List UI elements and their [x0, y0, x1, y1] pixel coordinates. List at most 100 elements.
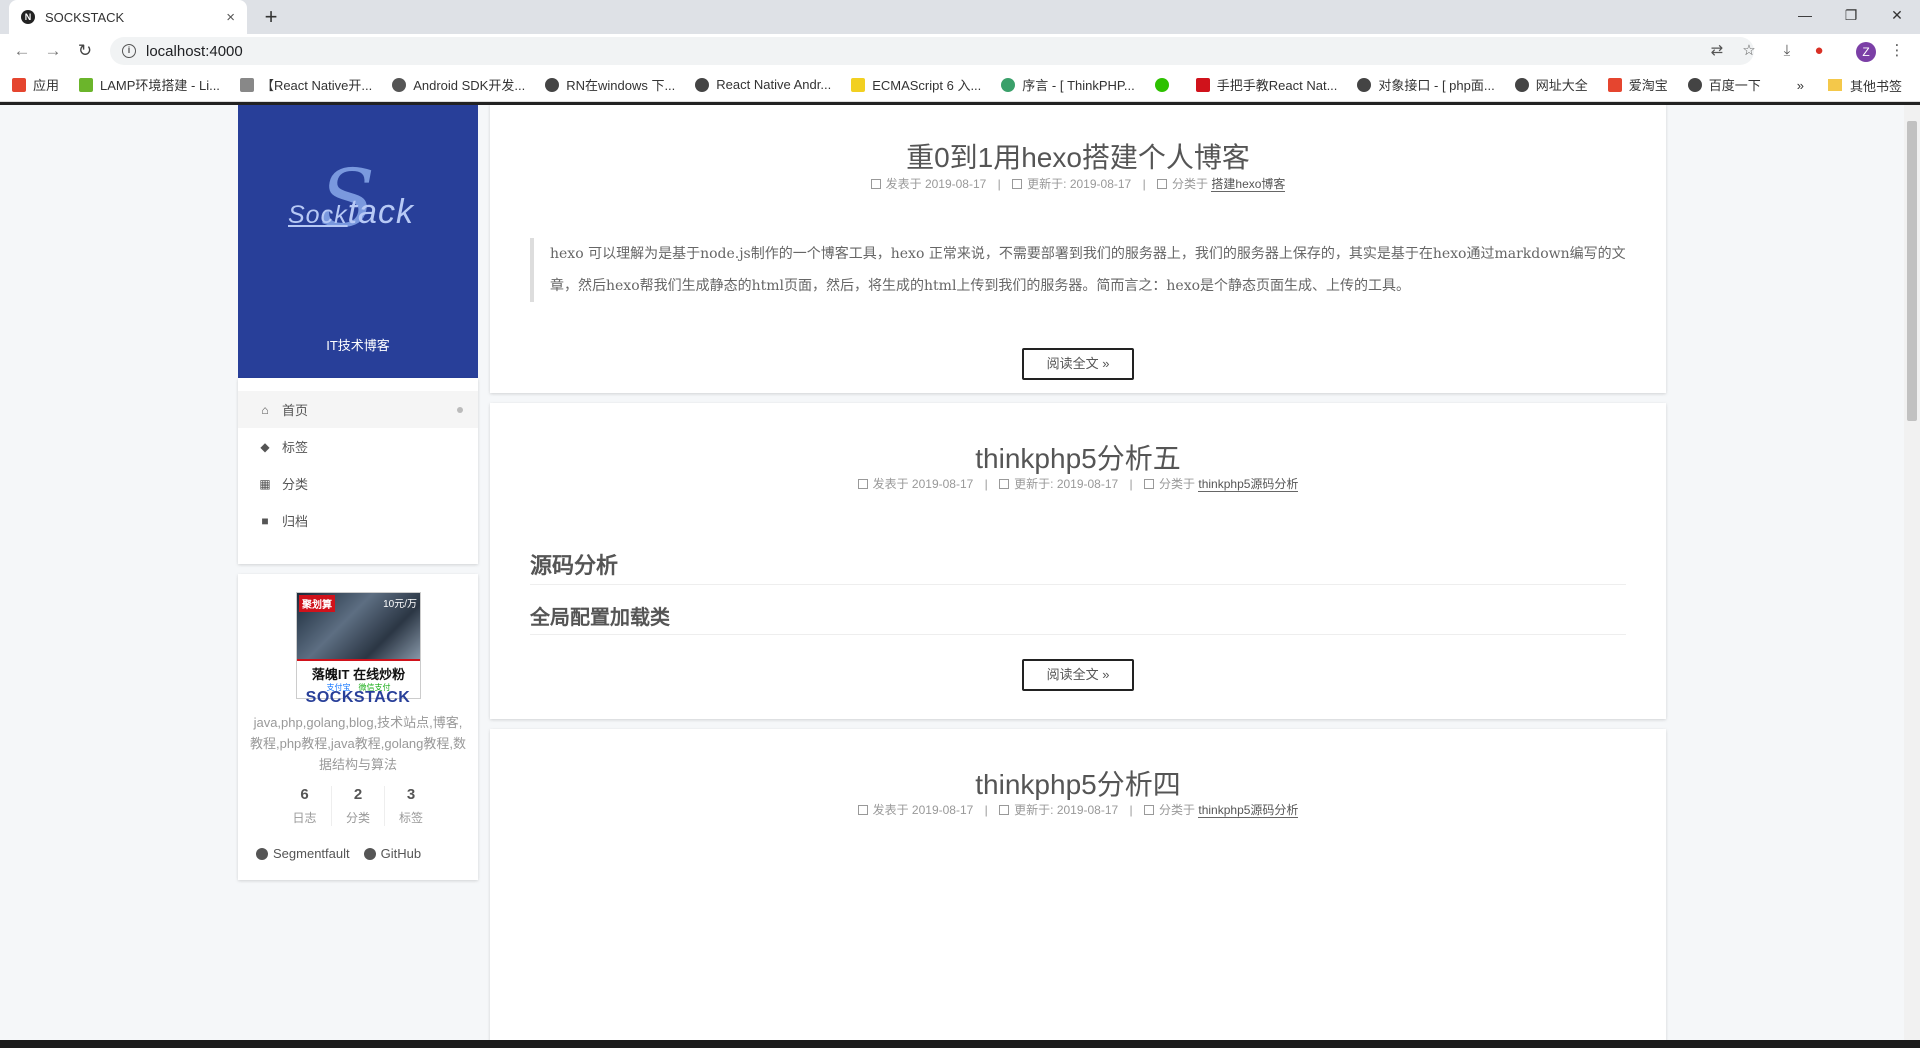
taobao-icon: [1607, 77, 1622, 92]
folder-icon: [1157, 179, 1168, 189]
category-link[interactable]: 搭建hexo博客: [1211, 177, 1286, 192]
sidebar-menu: ⌂ 首页 ◆ 标签 ▦ 分类 ■ 归档: [238, 378, 478, 564]
github-link[interactable]: GitHub: [363, 846, 422, 861]
wechat-icon: [1154, 77, 1169, 92]
post-card: 重0到1用hexo搭建个人博客 发表于 2019-08-17 | 更新于: 20…: [490, 105, 1666, 393]
restore-icon[interactable]: ❐: [1828, 0, 1874, 30]
sidebar-item-label: 分类: [282, 477, 309, 492]
globe-icon: [1357, 77, 1372, 92]
bookmark-item[interactable]: 手把手教React Nat...: [1195, 75, 1337, 94]
browser-tab[interactable]: N SOCKSTACK ×: [9, 0, 247, 34]
bookmark-favicon-icon: [1195, 77, 1210, 92]
stat-count: 3: [406, 786, 416, 803]
updated-date: 2019-08-17: [1056, 477, 1119, 491]
url-text[interactable]: localhost:4000: [146, 43, 243, 60]
new-tab-button[interactable]: +: [258, 4, 284, 30]
bookmark-star-icon[interactable]: ☆: [1738, 40, 1760, 62]
post-meta: 发表于 2019-08-17 | 更新于: 2019-08-17 | 分类于 t…: [490, 801, 1666, 818]
link-label: GitHub: [380, 846, 422, 861]
bookmark-item[interactable]: ECMAScript 6 入...: [851, 75, 981, 94]
published-date: 2019-08-17: [911, 477, 974, 491]
bookmark-item[interactable]: 爱淘宝: [1607, 75, 1668, 94]
logo-wordmark: Socktack: [288, 193, 414, 232]
other-bookmarks-folder[interactable]: 其他书签: [1850, 76, 1902, 95]
bookmark-item[interactable]: 应用: [12, 75, 59, 94]
extension-location-icon[interactable]: ●: [1808, 40, 1830, 62]
bookmark-item[interactable]: 百度一下: [1687, 75, 1761, 94]
bookmark-item[interactable]: React Native Andr...: [695, 77, 831, 92]
read-more-button[interactable]: 阅读全文 »: [1022, 659, 1134, 691]
profile-avatar[interactable]: Z: [1856, 42, 1876, 62]
site-logo[interactable]: S Socktack: [288, 159, 438, 245]
bookmark-item[interactable]: 【React Native开...: [239, 75, 372, 94]
ad-price: 10元/万: [383, 599, 417, 610]
bookmark-favicon-icon: [1001, 77, 1016, 92]
bookmarks-overflow: » 其他书签: [1797, 68, 1902, 102]
published-label: 发表于: [885, 177, 922, 191]
bookmark-label: ECMAScript 6 入...: [872, 78, 982, 93]
folder-icon: [1827, 79, 1842, 91]
menu-dots-icon[interactable]: ⋮: [1886, 40, 1908, 62]
author-ad-image[interactable]: 聚划算 10元/万 落魄IT 在线炒粉 支付宝 微信支付: [296, 592, 421, 699]
ad-divider: [297, 659, 420, 661]
bookmark-label: 爱淘宝: [1628, 78, 1668, 93]
stat-label: 分类: [345, 811, 370, 825]
back-arrow-icon[interactable]: ←: [9, 39, 35, 63]
read-more-button[interactable]: 阅读全文 »: [1022, 348, 1134, 380]
tab-close-icon[interactable]: ×: [226, 9, 235, 26]
site-info-icon[interactable]: i: [122, 44, 136, 58]
bookmark-item[interactable]: 网址大全: [1514, 75, 1588, 94]
bookmarks-more-button[interactable]: »: [1797, 78, 1804, 93]
globe-icon: [256, 847, 268, 860]
globe-icon: [1514, 77, 1529, 92]
active-indicator: [457, 407, 463, 413]
post-meta: 发表于 2019-08-17 | 更新于: 2019-08-17 | 分类于 t…: [490, 475, 1666, 492]
segmentfault-link[interactable]: Segmentfault: [256, 846, 350, 861]
bookmark-favicon-icon: [392, 77, 407, 92]
published-label: 发表于: [872, 803, 909, 817]
sidebar-item-label: 归档: [282, 514, 309, 529]
sidebar-item-tags[interactable]: ◆ 标签: [238, 428, 478, 465]
os-taskbar: [0, 1040, 1920, 1048]
stat-categories[interactable]: 2 分类: [331, 786, 384, 826]
close-window-icon[interactable]: ✕: [1874, 0, 1920, 30]
globe-icon: [695, 77, 710, 92]
post-heading-h2: 源码分析: [530, 548, 1626, 585]
bookmark-item[interactable]: Android SDK开发...: [392, 75, 525, 94]
stat-posts[interactable]: 6 日志: [278, 786, 331, 826]
category-link[interactable]: thinkphp5源码分析: [1198, 477, 1299, 492]
stat-label: 日志: [292, 811, 317, 825]
category-link[interactable]: thinkphp5源码分析: [1198, 803, 1299, 818]
bookmark-item[interactable]: 序言 - [ ThinkPHP...: [1001, 75, 1135, 94]
bookmark-item[interactable]: RN在windows 下...: [545, 75, 675, 94]
sidebar-item-categories[interactable]: ▦ 分类: [238, 465, 478, 502]
address-bar[interactable]: i localhost:4000: [110, 37, 1754, 65]
bookmark-item[interactable]: 对象接口 - [ php面...: [1357, 75, 1495, 94]
bookmark-label: 网址大全: [1535, 78, 1588, 93]
sidebar-item-archives[interactable]: ■ 归档: [238, 502, 478, 539]
translate-icon[interactable]: ⇄: [1706, 40, 1728, 62]
bookmark-item[interactable]: [1154, 77, 1176, 92]
bookmarks-bar: 应用 LAMP环境搭建 - Li... 【React Native开... An…: [0, 68, 1920, 102]
link-label: Segmentfault: [273, 846, 350, 861]
stat-label: 标签: [398, 811, 423, 825]
published-date: 2019-08-17: [911, 803, 974, 817]
scrollbar-thumb[interactable]: [1907, 121, 1917, 421]
stat-tags[interactable]: 3 标签: [384, 786, 437, 826]
page-scrollbar[interactable]: [1904, 105, 1920, 1040]
bookmark-item[interactable]: LAMP环境搭建 - Li...: [79, 75, 220, 94]
post-title[interactable]: thinkphp5分析四: [490, 763, 1666, 803]
post-card: thinkphp5分析四 发表于 2019-08-17 | 更新于: 2019-…: [490, 729, 1666, 1040]
post-title[interactable]: 重0到1用hexo搭建个人博客: [490, 136, 1666, 176]
minimize-icon[interactable]: —: [1782, 0, 1828, 30]
meta-separator: |: [997, 177, 1001, 191]
reload-icon[interactable]: ↻: [72, 39, 98, 63]
calendar-icon: [857, 805, 868, 815]
globe-icon: [1687, 77, 1702, 92]
post-title[interactable]: thinkphp5分析五: [490, 437, 1666, 477]
updated-date: 2019-08-17: [1056, 803, 1119, 817]
sidebar-item-home[interactable]: ⌂ 首页: [238, 391, 478, 428]
forward-arrow-icon[interactable]: →: [40, 39, 66, 63]
download-icon[interactable]: ⤓: [1776, 40, 1798, 62]
ad-text: 落魄IT 在线炒粉: [311, 667, 406, 682]
